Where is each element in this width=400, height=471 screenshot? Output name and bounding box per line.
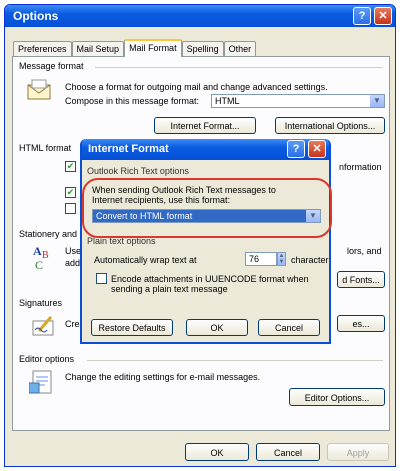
divider (95, 67, 383, 68)
divider (87, 360, 383, 361)
editor-document-icon (29, 370, 52, 394)
compose-format-value: HTML (215, 96, 240, 106)
svg-text:C: C (35, 258, 43, 271)
tab-preferences[interactable]: Preferences (13, 41, 72, 56)
apply-button[interactable]: Apply (327, 443, 389, 461)
encode-label-1: Encode attachments in UUENCODE format wh… (111, 274, 309, 284)
svg-text:B: B (42, 250, 49, 261)
compose-label: Compose in this message format: (65, 96, 200, 106)
chevron-down-icon[interactable]: ▼ (370, 95, 384, 107)
html-option-1-label-tail: nformation (339, 162, 382, 172)
tab-spelling[interactable]: Spelling (181, 41, 224, 56)
cancel-button[interactable]: Cancel (256, 443, 320, 461)
editor-options-button[interactable]: Editor Options... (289, 388, 385, 406)
editor-options-desc: Change the editing settings for e-mail m… (65, 372, 261, 382)
dialog-title: Internet Format (88, 143, 169, 155)
highlight-ring (82, 178, 332, 238)
dialog-help-button[interactable]: ? (287, 140, 305, 158)
signatures-label: Signatures (19, 298, 63, 308)
message-format-label: Message format (19, 61, 84, 71)
restore-defaults-button[interactable]: Restore Defaults (91, 319, 173, 336)
wrap-width-input[interactable]: 76 (245, 252, 277, 266)
wrap-width-spinner[interactable]: ▲ ▼ (277, 252, 286, 266)
rich-text-group-label: Outlook Rich Text options (87, 166, 189, 176)
dialog-titlebar: Internet Format ? ✕ (82, 139, 329, 160)
svg-text:A: A (33, 244, 42, 258)
wrap-unit: characters (291, 255, 331, 265)
editor-options-label: Editor options (19, 354, 75, 364)
envelope-icon (27, 79, 51, 100)
dialog-ok-button[interactable]: OK (186, 319, 248, 336)
stationery-line-1-tail: lors, and (347, 246, 382, 256)
options-titlebar: Options ? ✕ (5, 5, 395, 27)
close-button[interactable]: ✕ (374, 7, 392, 25)
ok-button[interactable]: OK (185, 443, 249, 461)
tab-mail-format[interactable]: Mail Format (124, 39, 182, 57)
signature-pen-icon (32, 316, 54, 336)
stationery-label: Stationery and (19, 229, 78, 239)
html-format-label: HTML format (19, 143, 72, 153)
tab-mail-setup[interactable]: Mail Setup (71, 41, 125, 56)
help-button[interactable]: ? (353, 7, 371, 25)
encode-uuencode-checkbox[interactable] (96, 273, 107, 284)
internet-format-button[interactable]: Internet Format... (154, 117, 256, 134)
compose-format-select[interactable]: HTML ▼ (211, 94, 385, 108)
signatures-button[interactable]: es... (337, 315, 385, 332)
international-options-button[interactable]: International Options... (275, 117, 385, 134)
dialog-cancel-button[interactable]: Cancel (258, 319, 320, 336)
dialog-close-button[interactable]: ✕ (308, 140, 326, 158)
html-option-3-checkbox[interactable] (65, 203, 76, 214)
wrap-width-value: 76 (249, 254, 260, 264)
internet-format-dialog: Internet Format ? ✕ Outlook Rich Text op… (80, 139, 331, 344)
font-abc-icon: A B C (33, 244, 49, 271)
html-option-1-checkbox[interactable]: ✔ (65, 161, 76, 172)
tab-strip: Preferences Mail Setup Mail Format Spell… (13, 39, 257, 57)
encode-label-2: sending a plain text message (111, 284, 228, 294)
stationery-line-1: Use (65, 246, 82, 256)
wrap-label: Automatically wrap text at (94, 255, 197, 265)
stationery-fonts-button[interactable]: d Fonts... (337, 271, 385, 288)
tab-other[interactable]: Other (223, 41, 257, 56)
message-format-desc: Choose a format for outgoing mail and ch… (65, 82, 328, 92)
window-title: Options (13, 9, 59, 23)
html-option-2-checkbox[interactable]: ✔ (65, 187, 76, 198)
